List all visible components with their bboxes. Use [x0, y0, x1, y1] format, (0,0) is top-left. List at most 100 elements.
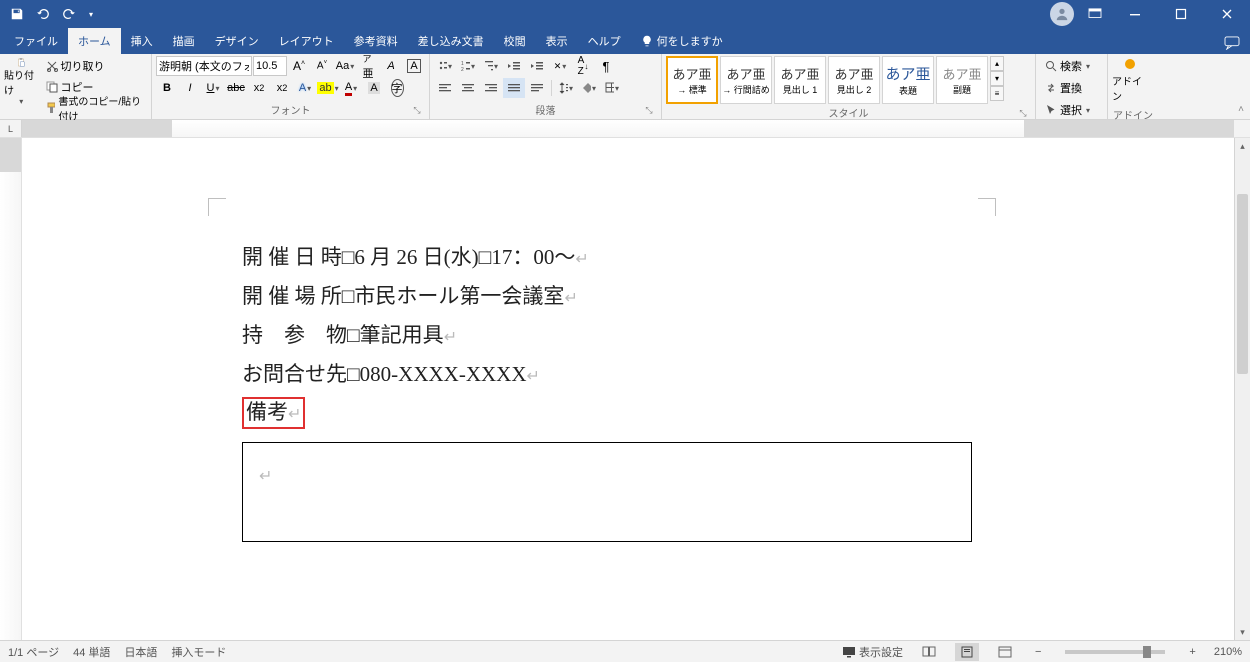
font-launcher[interactable]: ⤡	[411, 105, 423, 117]
font-color-button[interactable]: A▾	[340, 78, 362, 98]
tab-mailings[interactable]: 差し込み文書	[408, 28, 494, 54]
paragraph-launcher[interactable]: ⤡	[643, 105, 655, 117]
sort-button[interactable]: AZ↓	[572, 56, 594, 76]
close-button[interactable]	[1204, 0, 1250, 28]
style-subtitle[interactable]: あア亜副題	[936, 56, 988, 104]
clear-formatting-button[interactable]: A	[380, 56, 402, 76]
style-heading1[interactable]: あア亜見出し 1	[774, 56, 826, 104]
character-shading-button[interactable]: A	[363, 78, 385, 98]
tab-design[interactable]: デザイン	[205, 28, 269, 54]
doc-line-highlighted[interactable]: 備考↵	[242, 393, 972, 432]
font-size-input[interactable]	[253, 56, 287, 76]
doc-line[interactable]: 開 催 日 時□6 月 26 日(水)□17：00～↵	[242, 238, 972, 277]
change-case-button[interactable]: Aa▾	[334, 56, 356, 76]
doc-line[interactable]: 持 参 物□筆記用具↵	[242, 316, 972, 355]
align-center-button[interactable]	[457, 78, 479, 98]
document-area[interactable]: 開 催 日 時□6 月 26 日(水)□17：00～↵ 開 催 場 所□市民ホー…	[22, 138, 1234, 640]
zoom-out-button[interactable]: −	[1031, 646, 1045, 658]
tab-file[interactable]: ファイル	[4, 28, 68, 54]
text-effects-button[interactable]: A▾	[294, 78, 316, 98]
feedback-button[interactable]	[1214, 32, 1250, 54]
shading-button[interactable]: ▾	[578, 78, 600, 98]
highlight-button[interactable]: ab▾	[317, 78, 339, 98]
tell-me-search[interactable]: 何をしますか	[631, 28, 733, 54]
style-no-spacing[interactable]: あア亜→ 行間詰め	[720, 56, 772, 104]
line-spacing-button[interactable]: ▾	[555, 78, 577, 98]
styles-launcher[interactable]: ⤡	[1017, 108, 1029, 120]
scroll-track[interactable]	[1235, 154, 1250, 624]
undo-button[interactable]	[32, 3, 54, 25]
phonetic-guide-button[interactable]: ア亜	[357, 56, 379, 76]
font-name-input[interactable]	[156, 56, 252, 76]
horizontal-ruler[interactable]	[22, 120, 1234, 137]
underline-button[interactable]: U▾	[202, 78, 224, 98]
italic-button[interactable]: I	[179, 78, 201, 98]
strikethrough-button[interactable]: abc	[225, 78, 247, 98]
redo-button[interactable]	[58, 3, 80, 25]
tab-review[interactable]: 校閲	[494, 28, 536, 54]
document-body[interactable]: 開 催 日 時□6 月 26 日(水)□17：00～↵ 開 催 場 所□市民ホー…	[242, 238, 972, 542]
ribbon-display-options[interactable]	[1082, 3, 1108, 25]
justify-button[interactable]	[503, 78, 525, 98]
doc-line[interactable]: 開 催 場 所□市民ホール第一会議室↵	[242, 277, 972, 316]
addins-button[interactable]: アドイン	[1112, 56, 1148, 106]
text-box[interactable]: ↵	[242, 442, 972, 542]
format-painter-button[interactable]: 書式のコピー/貼り付け	[42, 98, 147, 118]
grow-font-button[interactable]: A˄	[288, 56, 310, 76]
style-scroll-up[interactable]: ▴	[990, 56, 1004, 71]
account-avatar[interactable]	[1050, 2, 1074, 26]
qat-customize[interactable]: ▾	[84, 3, 98, 25]
paste-button[interactable]: 貼り付け ▾	[4, 56, 38, 106]
tab-view[interactable]: 表示	[536, 28, 578, 54]
zoom-slider[interactable]	[1065, 650, 1165, 654]
style-gallery-more[interactable]: ≡	[990, 86, 1004, 101]
style-heading2[interactable]: あア亜見出し 2	[828, 56, 880, 104]
view-print-layout[interactable]	[955, 643, 979, 661]
bold-button[interactable]: B	[156, 78, 178, 98]
status-language[interactable]: 日本語	[124, 644, 157, 660]
cut-button[interactable]: 切り取り	[42, 56, 147, 76]
multilevel-list-button[interactable]: ▾	[480, 56, 502, 76]
tab-draw[interactable]: 描画	[163, 28, 205, 54]
subscript-button[interactable]: x2	[248, 78, 270, 98]
superscript-button[interactable]: x2	[271, 78, 293, 98]
numbering-button[interactable]: 12▾	[457, 56, 479, 76]
replace-button[interactable]: 置換	[1040, 78, 1087, 98]
bullets-button[interactable]: ▾	[434, 56, 456, 76]
style-title[interactable]: あア亜表題	[882, 56, 934, 104]
enclose-char-button[interactable]: 字	[386, 78, 408, 98]
tab-layout[interactable]: レイアウト	[269, 28, 344, 54]
view-read-mode[interactable]	[917, 643, 941, 661]
scroll-up-button[interactable]: ▴	[1235, 138, 1250, 154]
vertical-ruler[interactable]	[0, 138, 22, 640]
doc-line[interactable]: お問合せ先□080-XXXX-XXXX↵	[242, 355, 972, 394]
style-scroll-down[interactable]: ▾	[990, 71, 1004, 86]
tab-insert[interactable]: 挿入	[121, 28, 163, 54]
status-word-count[interactable]: 44 単語	[73, 644, 110, 660]
minimize-button[interactable]	[1112, 0, 1158, 28]
tab-references[interactable]: 参考資料	[344, 28, 408, 54]
find-button[interactable]: 検索▾	[1040, 56, 1095, 76]
select-button[interactable]: 選択▾	[1040, 100, 1095, 120]
scroll-thumb[interactable]	[1237, 194, 1248, 374]
scroll-down-button[interactable]: ▾	[1235, 624, 1250, 640]
align-right-button[interactable]	[480, 78, 502, 98]
status-insert-mode[interactable]: 挿入モード	[171, 644, 226, 660]
zoom-level[interactable]: 210%	[1214, 646, 1242, 658]
increase-indent-button[interactable]	[526, 56, 548, 76]
borders-button[interactable]: ▾	[601, 78, 623, 98]
maximize-button[interactable]	[1158, 0, 1204, 28]
show-marks-button[interactable]: ¶	[595, 56, 617, 76]
enclose-characters-button[interactable]: A	[403, 56, 425, 76]
align-left-button[interactable]	[434, 78, 456, 98]
tab-home[interactable]: ホーム	[68, 28, 121, 54]
save-button[interactable]	[6, 3, 28, 25]
display-settings-button[interactable]: 表示設定	[842, 644, 903, 660]
tab-help[interactable]: ヘルプ	[578, 28, 631, 54]
decrease-indent-button[interactable]	[503, 56, 525, 76]
asian-layout-button[interactable]: ✕▾	[549, 56, 571, 76]
status-page[interactable]: 1/1 ページ	[8, 644, 59, 660]
zoom-slider-knob[interactable]	[1143, 646, 1151, 658]
collapse-ribbon-button[interactable]: ˄	[1238, 104, 1244, 115]
style-normal[interactable]: あア亜→ 標準	[666, 56, 718, 104]
